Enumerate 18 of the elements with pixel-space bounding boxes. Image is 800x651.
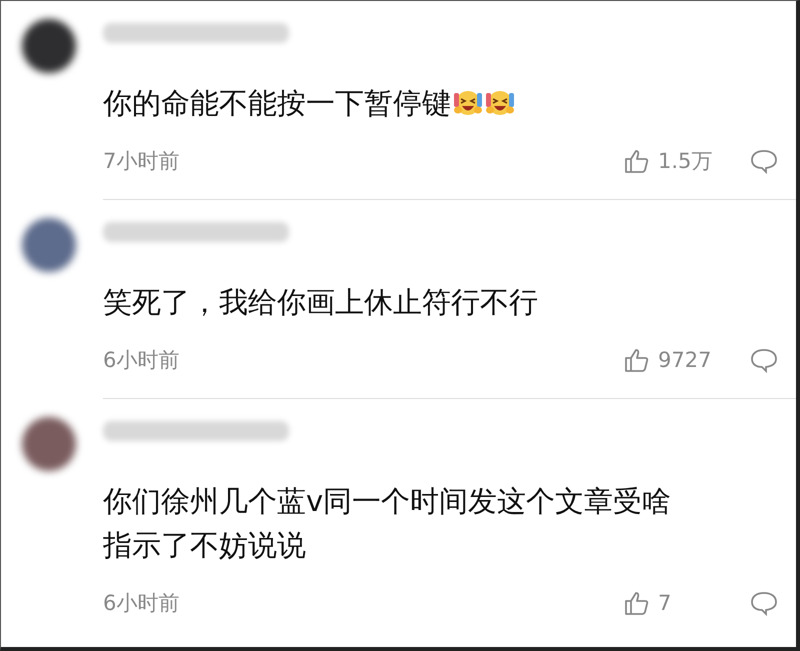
speech-bubble-icon[interactable] [750,148,778,174]
like-count: 1.5万 [658,148,714,175]
laughing-face-icon [485,88,515,118]
comment-time: 6小时前 [103,347,180,374]
comment-text: 你们徐州几个蓝v同一个时间发这个文章受啥 [103,483,672,520]
speech-bubble-icon[interactable] [750,590,778,616]
speech-bubble-icon[interactable] [750,347,778,373]
comment-text: 指示了不妨说说 [103,527,306,564]
comment-time: 7小时前 [103,148,180,175]
comment-time: 6小时前 [103,590,180,617]
comment-text: 笑死了，我给你画上休止符行不行 [103,284,538,321]
comment-text: 你的命能不能按一下暂停键 [103,85,451,122]
like-count: 7 [658,591,672,615]
like-count: 9727 [658,348,712,372]
thumbs-up-icon[interactable] [624,148,650,174]
thumbs-up-icon[interactable] [624,590,650,616]
laughing-face-icon [453,88,483,118]
thumbs-up-icon[interactable] [624,347,650,373]
